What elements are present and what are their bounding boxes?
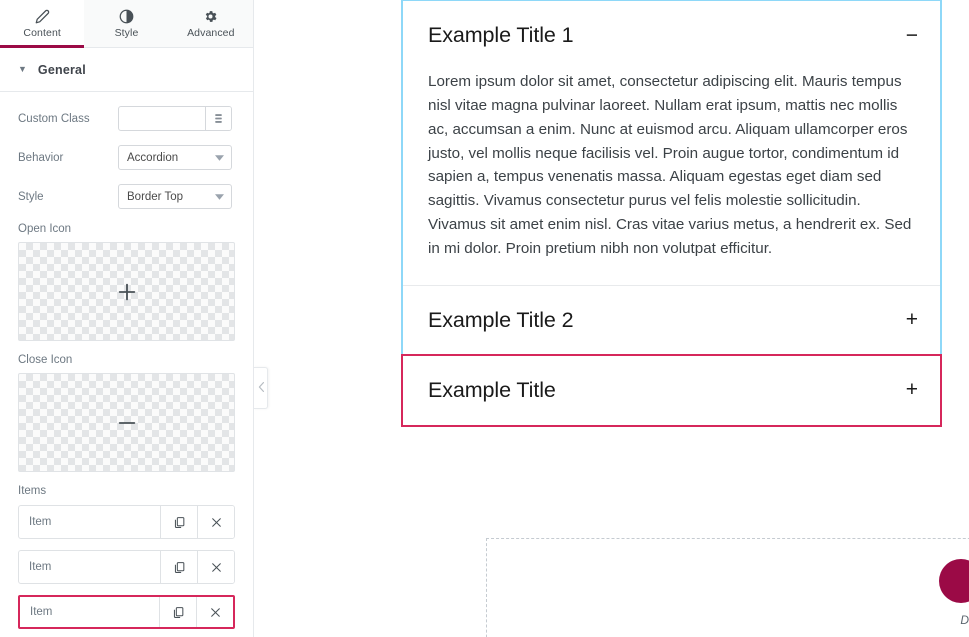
behavior-field-wrap: Accordion [118,145,235,170]
tab-content-label: Content [23,26,61,39]
tab-style-label: Style [114,26,139,39]
accordion-header-2[interactable]: Example Title 2 + [403,286,940,355]
panel-tabs: Content Style Advanced [0,0,253,48]
close-x-icon[interactable] [196,597,233,627]
settings-panel: Content Style Advanced ▼ General Custom … [0,0,254,637]
section-general-title: General [37,62,86,77]
behavior-label: Behavior [18,151,64,164]
plus-icon [116,281,138,303]
style-control-label: Style [18,190,44,203]
accordion-item-2[interactable]: Example Title 2 + [403,284,940,355]
preview-canvas: Example Title 1 − Lorem ipsum dolor sit … [254,0,969,637]
tab-content[interactable]: Content [0,0,85,48]
close-x-icon[interactable] [197,506,234,538]
accordion-title: Example Title 1 [428,23,574,47]
chevron-down-icon: ▼ [18,64,27,74]
item-title[interactable]: Item [19,551,160,583]
custom-class-input[interactable] [119,107,205,130]
chevron-left-icon [258,379,264,397]
close-x-icon[interactable] [197,551,234,583]
accordion-title: Example Title [428,377,556,402]
close-icon-label: Close Icon [18,354,73,366]
behavior-value: Accordion [127,151,179,164]
chevron-down-icon [215,193,224,200]
section-general-header[interactable]: ▼ General [0,48,253,92]
panel-collapse-handle[interactable] [254,367,268,409]
duplicate-icon[interactable] [159,597,196,627]
open-icon-picker[interactable] [18,242,235,341]
custom-class-input-group [118,106,232,131]
dynamic-tags-icon[interactable] [205,107,231,130]
duplicate-icon[interactable] [160,506,197,538]
accordion-title: Example Title 2 [428,307,574,332]
minus-icon [116,412,138,434]
tab-style[interactable]: Style [84,0,169,47]
control-behavior: Behavior Accordion [18,145,235,170]
list-item-selected[interactable]: Item [18,595,235,629]
style-field-wrap: Border Top [118,184,235,209]
accordion-header-3[interactable]: Example Title + [403,356,940,425]
list-item[interactable]: Item [18,550,235,584]
accordion-header-1[interactable]: Example Title 1 − [403,1,940,70]
control-custom-class: Custom Class [18,106,235,131]
accordion-content-1: Lorem ipsum dolor sit amet, consectetur … [403,70,940,285]
item-title[interactable]: Item [20,597,159,627]
panel-body: Custom Class Behavior Accordion Style Bo… [0,92,253,637]
chevron-down-icon [215,154,224,161]
list-item[interactable]: Item [18,505,235,539]
duplicate-icon[interactable] [160,551,197,583]
accordion-body-text: Lorem ipsum dolor sit amet, consectetur … [428,73,912,258]
tab-advanced[interactable]: Advanced [168,0,253,47]
accordion-item-3-selected[interactable]: Example Title + [401,353,942,427]
pencil-icon [35,9,50,24]
control-style: Style Border Top [18,184,235,209]
tab-advanced-label: Advanced [187,26,235,39]
add-button-label: Dr [960,613,969,627]
accordion-item-1[interactable]: Example Title 1 − Lorem ipsum dolor sit … [403,1,940,285]
item-title[interactable]: Item [19,506,160,538]
items-label: Items [18,485,47,497]
editor-root: Content Style Advanced ▼ General Custom … [0,0,969,637]
custom-class-field-wrap [118,106,235,131]
close-icon-picker[interactable] [18,373,235,472]
behavior-select[interactable]: Accordion [118,145,232,170]
custom-class-label: Custom Class [18,112,90,125]
style-value: Border Top [127,190,184,203]
accordion-widget[interactable]: Example Title 1 − Lorem ipsum dolor sit … [401,0,942,427]
contrast-circle-icon [119,9,134,24]
gear-icon [203,9,218,24]
open-icon-label: Open Icon [18,223,72,235]
drop-area[interactable] [486,538,969,637]
style-select[interactable]: Border Top [118,184,232,209]
